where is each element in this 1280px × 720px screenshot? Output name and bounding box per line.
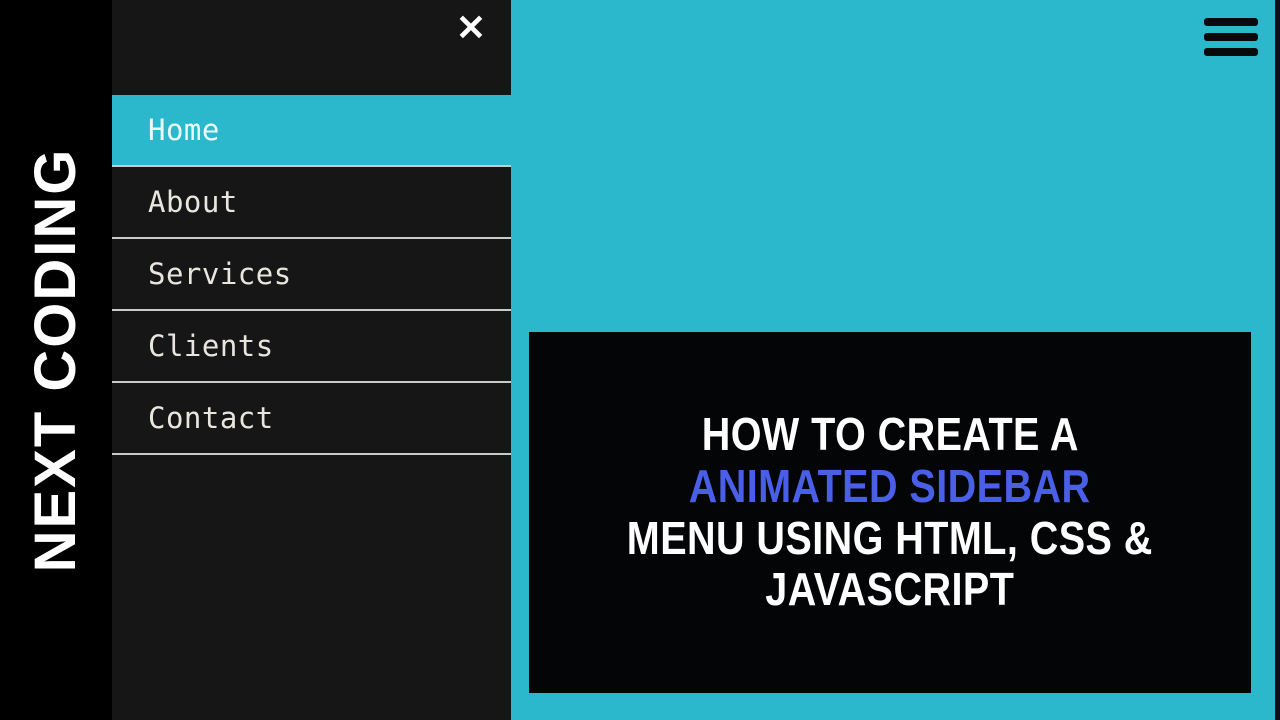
sidebar-item-clients[interactable]: Clients — [112, 311, 511, 383]
sidebar-item-label: Clients — [148, 328, 274, 363]
hamburger-menu-icon[interactable] — [1204, 14, 1258, 60]
brand-title: NEXT CODING — [23, 147, 88, 573]
sidebar-menu-tail — [112, 455, 511, 457]
hamburger-bar-bottom — [1204, 48, 1258, 56]
sidebar-panel: ✕ Home About Services Clients Contact — [112, 0, 511, 720]
title-line-3: MENU USING HTML, CSS & — [627, 511, 1153, 564]
sidebar-menu: Home About Services Clients Contact — [112, 95, 511, 455]
sidebar-item-label: Services — [148, 256, 292, 291]
sidebar-item-services[interactable]: Services — [112, 239, 511, 311]
sidebar-header: ✕ — [112, 0, 511, 95]
sidebar-item-contact[interactable]: Contact — [112, 383, 511, 455]
screen-root: HOW TO CREATE A ANIMATED SIDEBAR MENU US… — [0, 0, 1280, 720]
frame-right-edge — [1275, 0, 1280, 720]
title-line-2-accent: ANIMATED SIDEBAR — [689, 459, 1091, 512]
brand-band: NEXT CODING — [0, 0, 112, 720]
title-card: HOW TO CREATE A ANIMATED SIDEBAR MENU US… — [529, 332, 1251, 693]
sidebar-item-label: Home — [148, 112, 220, 147]
hamburger-bar-top — [1204, 18, 1258, 26]
close-icon[interactable]: ✕ — [447, 4, 495, 52]
title-line-4: JAVASCRIPT — [765, 563, 1015, 616]
sidebar-item-about[interactable]: About — [112, 167, 511, 239]
title-line-1: HOW TO CREATE A — [701, 408, 1079, 461]
hamburger-bar-middle — [1204, 33, 1258, 41]
sidebar-item-home[interactable]: Home — [112, 95, 511, 167]
sidebar-item-label: Contact — [148, 400, 274, 435]
sidebar-item-label: About — [148, 184, 238, 219]
